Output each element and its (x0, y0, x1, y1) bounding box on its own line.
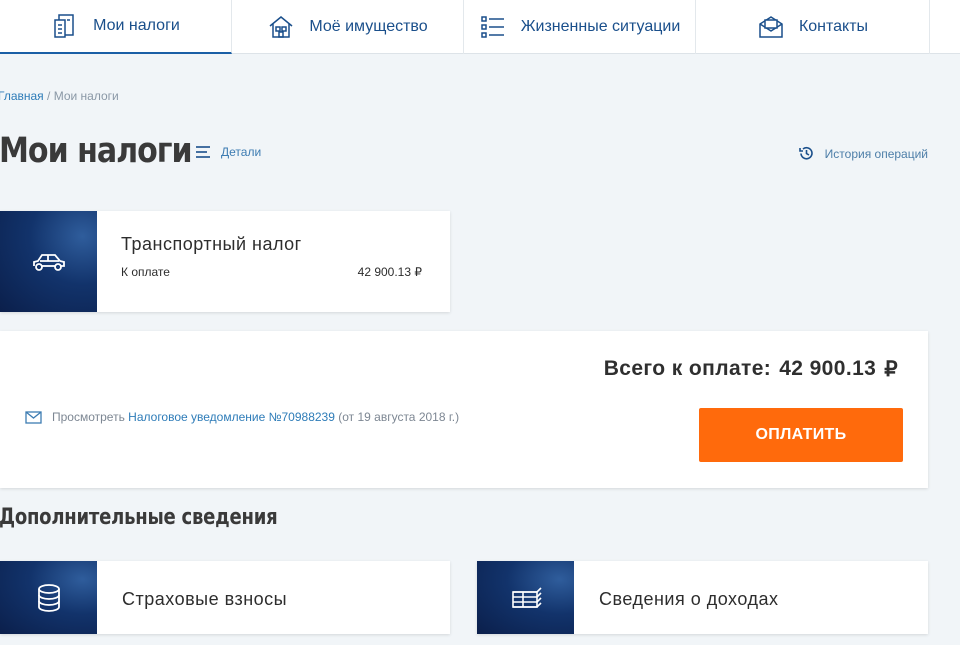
payment-summary: Всего к оплате: 42 900.13 ₽ Просмотреть … (0, 331, 928, 488)
due-amount: 42 900.13 ₽ (357, 265, 422, 279)
tab-label: Моё имущество (309, 18, 428, 35)
income-info-label: Сведения о доходах (599, 589, 779, 609)
tab-life-situations[interactable]: Жизненные ситуации (464, 0, 696, 54)
tab-my-property[interactable]: Моё имущество (232, 0, 464, 54)
tab-label: Контакты (798, 18, 869, 35)
details-button[interactable]: Детали (195, 145, 261, 159)
details-label: Детали (221, 145, 262, 159)
top-navigation: Мои налоги Моё имущество Жизненные ситуа… (0, 0, 960, 54)
menu-lines-icon (196, 146, 210, 158)
tax-document-icon (54, 14, 74, 38)
mail-icon (25, 410, 42, 424)
house-icon (269, 16, 293, 38)
due-label: К оплате (121, 265, 170, 279)
notice-prefix: Просмотреть (52, 410, 125, 424)
breadcrumb-home-link[interactable]: Главная (0, 89, 44, 103)
tax-card-thumbnail (0, 211, 97, 312)
total-amount: 42 900.13 (779, 357, 877, 380)
page-title: Мои налоги (0, 131, 193, 171)
tab-contacts[interactable]: Контакты (696, 0, 930, 54)
total-to-pay: Всего к оплате: 42 900.13 ₽ (604, 357, 898, 382)
additional-info-title: Дополнительные сведения (0, 505, 278, 530)
insurance-contributions-card[interactable]: Страховые взносы (0, 561, 450, 634)
insurance-contributions-label: Страховые взносы (122, 589, 288, 609)
breadcrumb-separator: / (43, 89, 54, 103)
tab-my-taxes[interactable]: Мои налоги (0, 0, 232, 54)
history-label: История операций (824, 146, 928, 161)
tax-notice: Просмотреть Налоговое уведомление №70988… (25, 410, 459, 424)
tax-name: Транспортный налог (121, 234, 302, 254)
envelope-icon (759, 16, 783, 38)
income-info-card[interactable]: Сведения о доходах (477, 561, 928, 634)
list-icon (481, 16, 504, 38)
tax-notice-link[interactable]: Налоговое уведомление №70988239 (128, 410, 335, 424)
breadcrumb: Главная / Мои налоги (0, 89, 119, 103)
insurance-thumbnail (0, 561, 97, 634)
total-label: Всего к оплате: (603, 357, 772, 380)
money-stack-icon (511, 586, 542, 608)
history-clock-icon (798, 146, 813, 160)
coins-icon (37, 583, 60, 612)
breadcrumb-current: Мои налоги (53, 89, 119, 103)
pay-button[interactable]: ОПЛАТИТЬ (699, 408, 903, 462)
car-icon (32, 253, 65, 271)
notice-date: (от 19 августа 2018 г.) (338, 410, 460, 424)
tab-label: Жизненные ситуации (520, 18, 681, 35)
income-thumbnail (477, 561, 574, 634)
transport-tax-card[interactable]: Транспортный налог К оплате 42 900.13 ₽ (0, 211, 450, 312)
tab-label: Мои налоги (93, 17, 180, 34)
currency-symbol: ₽ (884, 358, 898, 381)
history-button[interactable]: История операций (798, 145, 928, 162)
